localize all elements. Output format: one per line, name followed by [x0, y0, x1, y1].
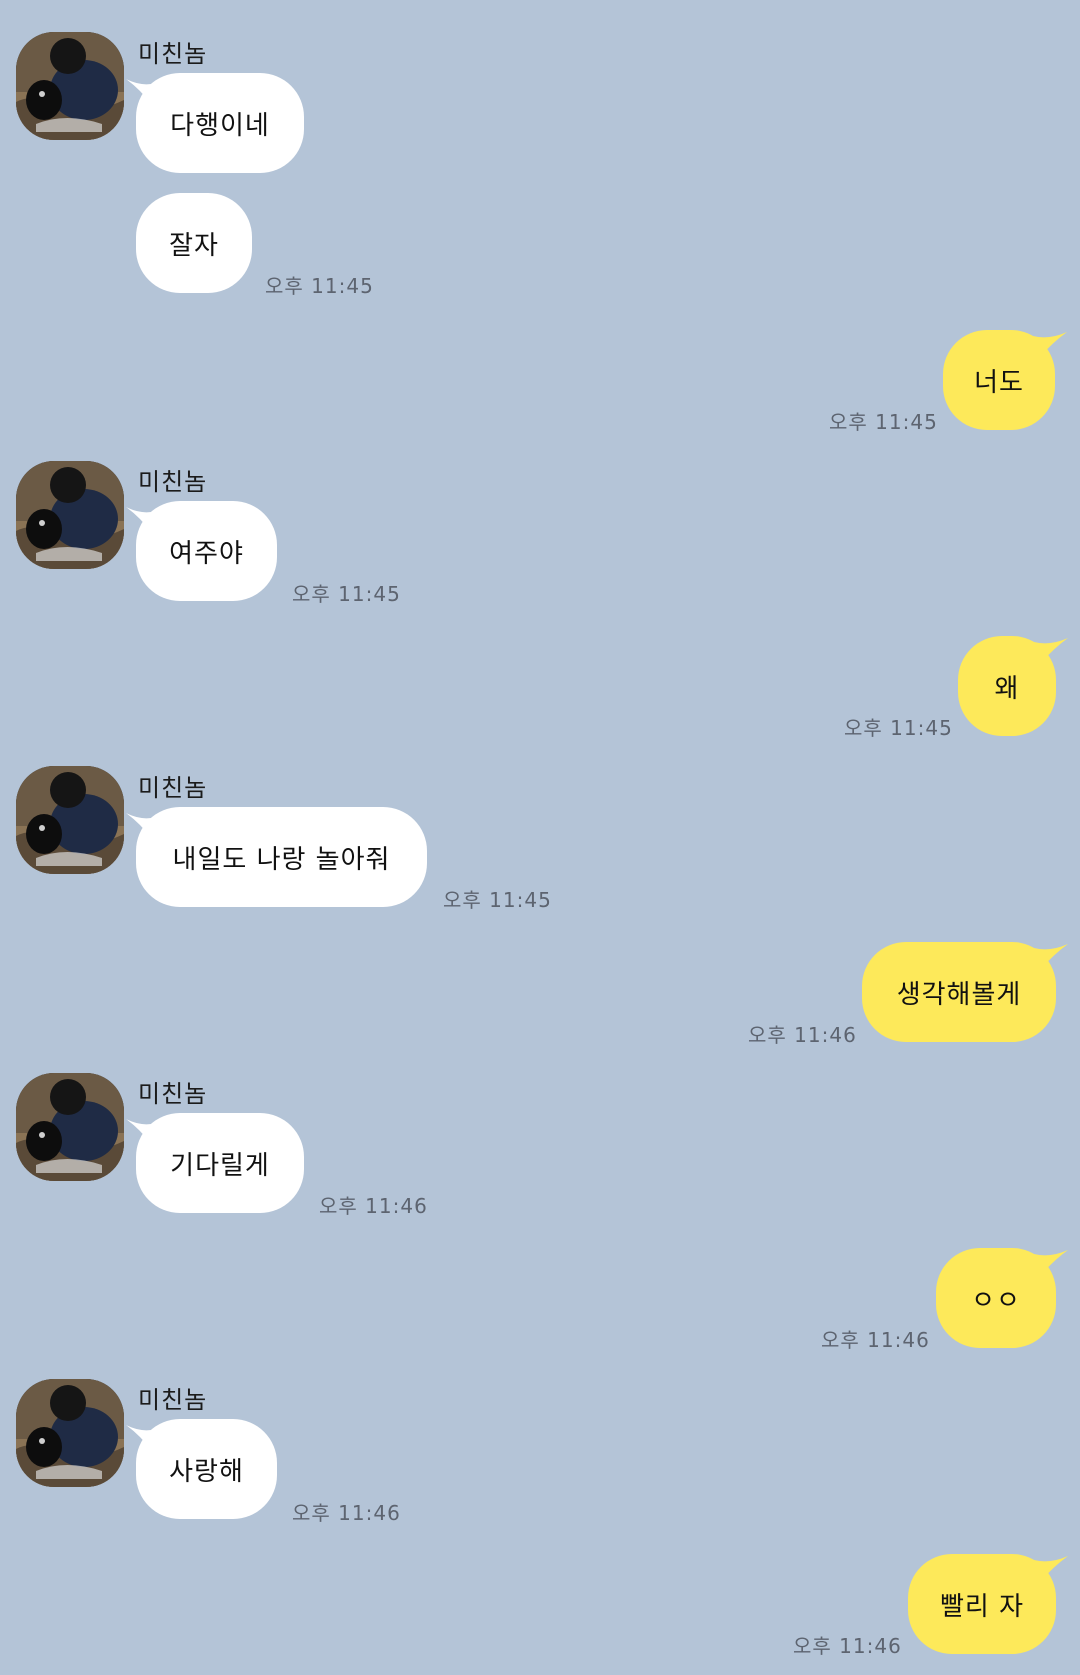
contact-avatar[interactable] — [16, 766, 124, 874]
incoming-message-bubble[interactable]: 잘자 — [136, 193, 252, 293]
message-text: 잘자 — [169, 230, 219, 261]
message-timestamp: 오후 11:45 — [443, 888, 552, 912]
bubble-tail — [126, 1425, 156, 1451]
message-text: 생각해볼게 — [896, 979, 1022, 1010]
bubble-tail — [1034, 1556, 1068, 1582]
message-timestamp: 오후 11:46 — [821, 1328, 930, 1352]
message-text: 빨리 자 — [939, 1591, 1025, 1622]
avatar-image — [16, 461, 124, 569]
message-timestamp: 오후 11:46 — [748, 1023, 857, 1047]
contact-avatar[interactable] — [16, 32, 124, 140]
sender-name: 미친놈 — [138, 40, 208, 68]
incoming-message-bubble[interactable]: 내일도 나랑 놀아줘 — [126, 807, 427, 907]
message-text: 내일도 나랑 놀아줘 — [172, 844, 391, 875]
outgoing-message-bubble[interactable]: 왜 — [958, 636, 1068, 736]
outgoing-message-bubble[interactable]: 빨리 자 — [908, 1554, 1068, 1654]
contact-avatar[interactable] — [16, 461, 124, 569]
sender-name: 미친놈 — [138, 774, 208, 802]
sender-name: 미친놈 — [138, 468, 208, 496]
message-text: ㅇㅇ — [971, 1285, 1021, 1316]
contact-avatar[interactable] — [16, 1073, 124, 1181]
outgoing-message-bubble[interactable]: 생각해볼게 — [862, 942, 1068, 1042]
message-text: 여주야 — [169, 538, 244, 569]
avatar-image — [16, 1073, 124, 1181]
bubble-tail — [1034, 1250, 1068, 1276]
bubble-tail — [126, 79, 156, 105]
incoming-message-bubble[interactable]: 여주야 — [126, 501, 277, 601]
contact-avatar[interactable] — [16, 1379, 124, 1487]
message-timestamp: 오후 11:46 — [319, 1194, 428, 1218]
message-timestamp: 오후 11:45 — [265, 274, 374, 298]
avatar-image — [16, 766, 124, 874]
bubble-tail — [126, 507, 156, 533]
outgoing-message-bubble[interactable]: 너도 — [943, 330, 1067, 430]
message-text: 사랑해 — [169, 1456, 244, 1487]
bubble-tail — [1034, 944, 1068, 970]
incoming-message-bubble[interactable]: 사랑해 — [126, 1419, 277, 1519]
avatar-image — [16, 1379, 124, 1487]
message-timestamp: 오후 11:45 — [292, 582, 401, 606]
message-text: 너도 — [974, 367, 1024, 398]
message-timestamp: 오후 11:46 — [292, 1501, 401, 1525]
avatar-image — [16, 32, 124, 140]
bubble-tail — [126, 1119, 156, 1145]
incoming-message-bubble[interactable]: 다행이네 — [126, 73, 304, 173]
bubble-tail — [1033, 332, 1067, 358]
sender-name: 미친놈 — [138, 1386, 208, 1414]
sender-name: 미친놈 — [138, 1080, 208, 1108]
message-timestamp: 오후 11:46 — [793, 1634, 902, 1658]
message-text: 다행이네 — [170, 110, 270, 141]
outgoing-message-bubble[interactable]: ㅇㅇ — [936, 1248, 1068, 1348]
message-text: 기다릴게 — [170, 1150, 270, 1181]
bubble-tail — [1034, 638, 1068, 664]
bubble-tail — [126, 813, 156, 839]
message-timestamp: 오후 11:45 — [844, 716, 953, 740]
incoming-message-bubble[interactable]: 기다릴게 — [126, 1113, 304, 1213]
message-text: 왜 — [994, 673, 1020, 704]
message-timestamp: 오후 11:45 — [829, 410, 938, 434]
